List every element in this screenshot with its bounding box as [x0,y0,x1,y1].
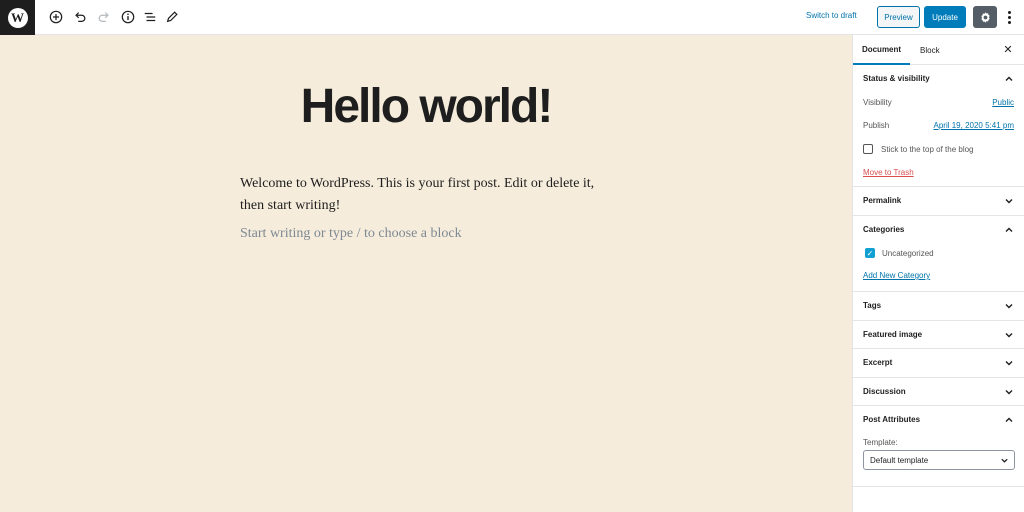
pencil-icon [166,11,178,23]
chevron-up-icon [1005,76,1013,81]
top-toolbar: W Switch to draft Preview Update [0,0,1024,35]
visibility-label: Visibility [863,98,892,107]
tab-block[interactable]: Block [920,35,940,65]
sidebar-tabs: Document Block ✕ [853,35,1024,65]
template-select[interactable]: Default template [863,450,1015,470]
dot-icon [1007,15,1011,19]
panel-title: Featured image [863,330,923,339]
update-button[interactable]: Update [924,6,966,28]
panel-title: Excerpt [863,358,893,367]
panel-title: Tags [863,301,882,310]
publish-date-link[interactable]: April 19, 2020 5:41 pm [934,121,1015,130]
chevron-down-icon [1005,361,1013,366]
list-icon [144,12,156,22]
settings-sidebar: Document Block ✕ Status & visibility Vis… [852,35,1024,512]
move-to-trash-link[interactable]: Move to Trash [863,168,914,177]
sticky-label: Stick to the top of the blog [881,145,974,154]
chevron-down-icon [1005,199,1013,204]
panel-title: Categories [863,225,905,234]
paragraph-block[interactable]: Welcome to WordPress. This is your first… [240,173,620,217]
divider [853,348,1024,349]
divider [853,215,1024,216]
panel-discussion-toggle[interactable]: Discussion [853,387,1024,401]
publish-label: Publish [863,121,890,130]
preview-button[interactable]: Preview [877,6,920,28]
divider [853,291,1024,292]
panel-categories-toggle[interactable]: Categories [853,225,1024,239]
visibility-value-link[interactable]: Public [992,98,1014,107]
redo-button[interactable] [95,8,113,26]
settings-button[interactable] [973,6,997,28]
panel-title: Post Attributes [863,415,921,424]
dot-icon [1007,20,1011,24]
divider [853,377,1024,378]
panel-title: Discussion [863,387,906,396]
panel-title: Permalink [863,196,902,205]
switch-to-draft-link[interactable]: Switch to draft [806,11,857,20]
plus-circle-icon [49,10,63,24]
divider [853,186,1024,187]
chevron-down-icon [1005,304,1013,309]
tab-document[interactable]: Document [853,35,910,65]
category-checkbox-uncategorized[interactable]: ✓ [865,248,875,258]
panel-post-attributes-toggle[interactable]: Post Attributes [853,415,1024,429]
chevron-down-icon [1005,390,1013,395]
add-new-category-link[interactable]: Add New Category [863,271,930,280]
category-label: Uncategorized [882,249,934,258]
redo-icon [98,12,109,22]
chevron-down-icon [1001,458,1008,463]
block-appender-placeholder[interactable]: Start writing or type / to choose a bloc… [240,226,462,242]
more-options-button[interactable] [1003,8,1015,26]
undo-button[interactable] [71,8,89,26]
post-title[interactable]: Hello world! [200,79,652,134]
panel-title: Status & visibility [863,74,930,83]
divider [853,320,1024,321]
divider [853,405,1024,406]
panel-excerpt-toggle[interactable]: Excerpt [853,358,1024,372]
panel-featured-image-toggle[interactable]: Featured image [853,330,1024,344]
gear-icon [980,11,990,23]
sticky-checkbox[interactable] [863,144,873,154]
chevron-up-icon [1005,227,1013,232]
add-block-button[interactable] [47,8,65,26]
content-info-button[interactable] [119,8,137,26]
close-icon[interactable]: ✕ [1002,44,1014,56]
wordpress-logo-button[interactable]: W [0,0,35,35]
editor-canvas[interactable]: Hello world! Welcome to WordPress. This … [0,35,852,512]
chevron-down-icon [1005,333,1013,338]
panel-tags-toggle[interactable]: Tags [853,301,1024,315]
block-navigation-button[interactable] [141,8,159,26]
template-select-value: Default template [870,455,929,465]
edit-mode-button[interactable] [163,8,181,26]
template-label: Template: [863,438,898,447]
info-icon [121,10,135,24]
wordpress-icon: W [7,7,28,28]
panel-permalink-toggle[interactable]: Permalink [853,196,1024,210]
panel-status-visibility-toggle[interactable]: Status & visibility [853,74,1024,88]
chevron-up-icon [1005,417,1013,422]
divider [853,486,1024,487]
undo-icon [75,12,86,22]
dot-icon [1007,10,1011,14]
